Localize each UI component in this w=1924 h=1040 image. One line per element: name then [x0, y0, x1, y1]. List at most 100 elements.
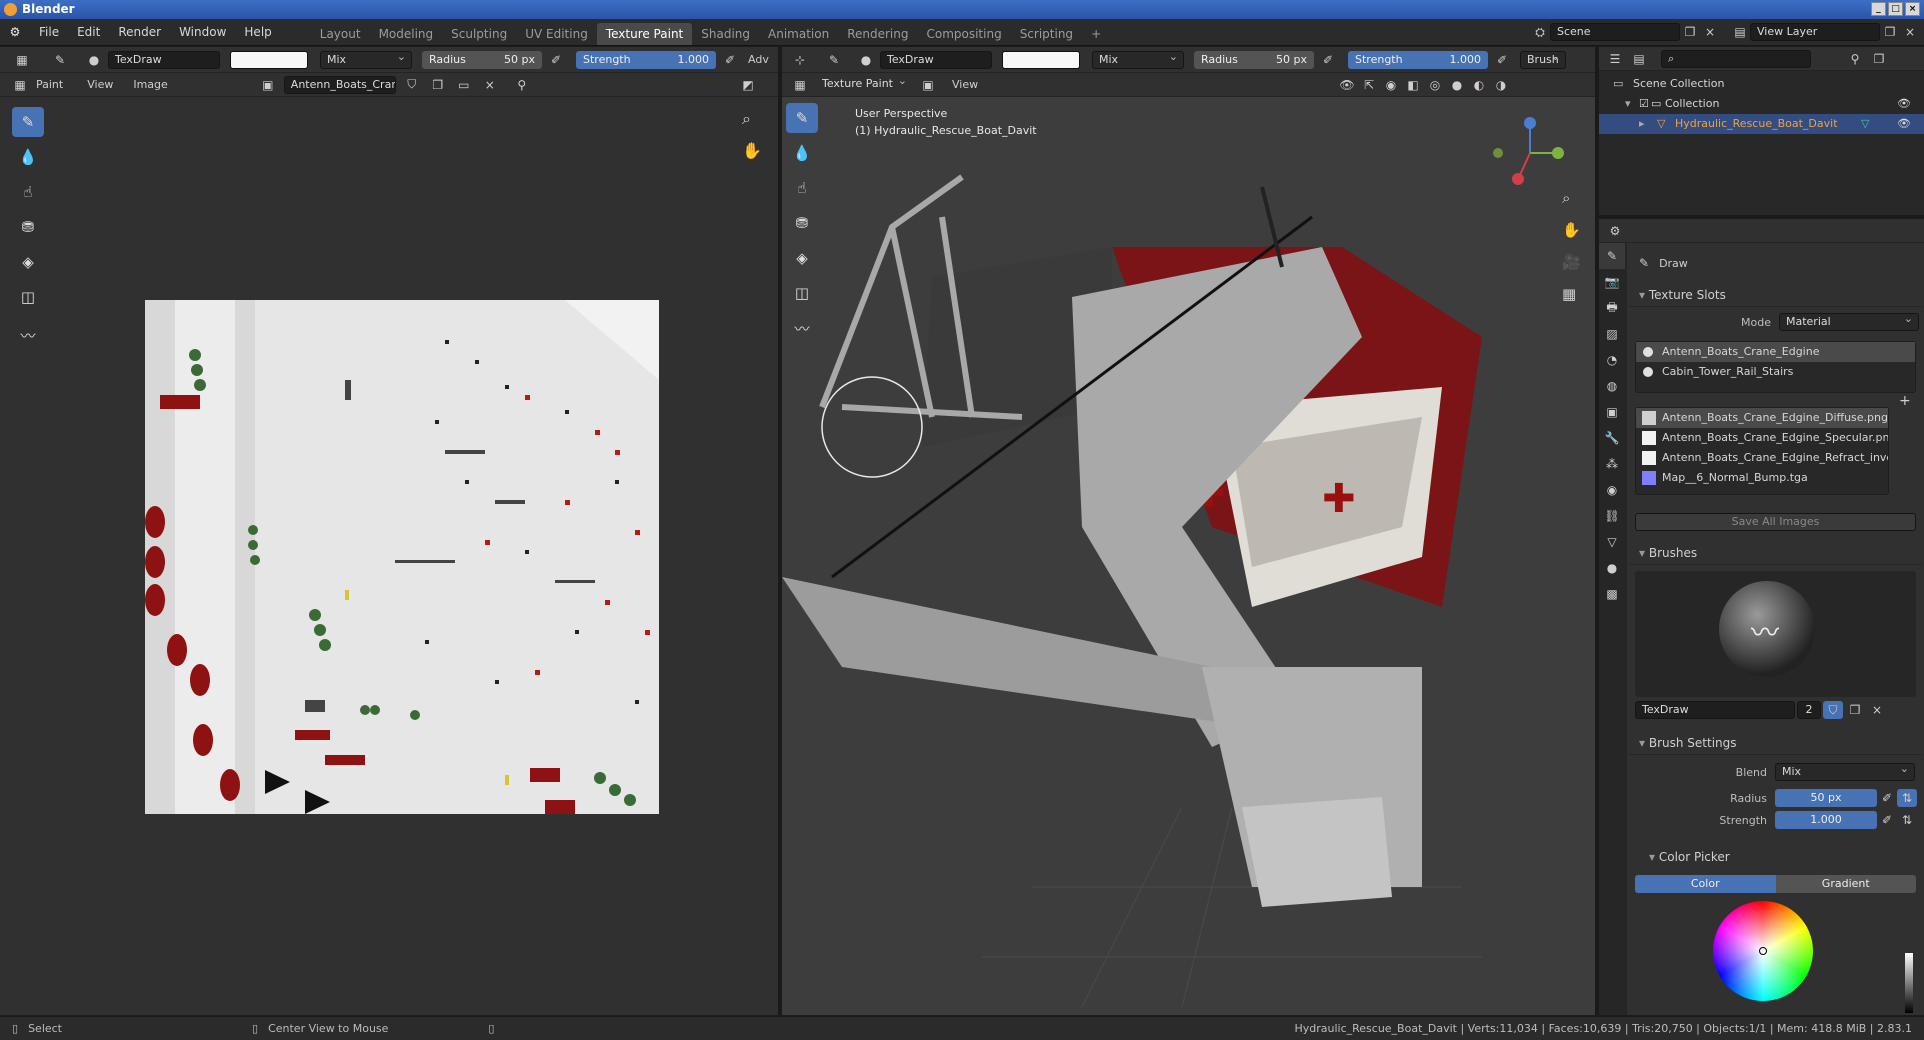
rendered-shading-icon[interactable]: ◑ — [1491, 76, 1511, 94]
texture-tab-icon[interactable]: ▩ — [1599, 581, 1625, 607]
viewport-blend-dropdown[interactable]: Mix — [1092, 49, 1184, 69]
tab-animation[interactable]: Animation — [759, 23, 838, 45]
material-tab-icon[interactable]: ● — [1599, 555, 1625, 581]
maximize-button[interactable]: □ — [1888, 2, 1903, 16]
wireframe-shading-icon[interactable]: ◎ — [1425, 76, 1445, 94]
viewport-strength-slider[interactable]: Strength 1.000 — [1348, 50, 1488, 69]
close-button[interactable]: × — [1905, 2, 1920, 16]
scene-selector[interactable]: Scene — [1550, 23, 1680, 41]
material-shading-icon[interactable]: ◐ — [1469, 76, 1489, 94]
brush-menu-dropdown[interactable]: Brush — [1520, 49, 1566, 69]
gizmo-toggle-icon[interactable]: ⇱ — [1359, 76, 1379, 94]
brush-color-swatch[interactable] — [230, 50, 308, 69]
filter-icon[interactable]: ⚲ — [1845, 50, 1865, 68]
draw-tool-icon[interactable]: ✎ — [12, 107, 44, 137]
view-layer-icon[interactable]: ▤ — [1730, 23, 1750, 41]
brush-name-input[interactable]: TexDraw — [1635, 701, 1795, 719]
settings-radius-slider[interactable]: 50 px — [1775, 789, 1877, 807]
viewport-view-menu[interactable]: View — [952, 78, 978, 91]
blender-menu-icon[interactable]: ⚙ — [0, 23, 30, 41]
tab-texture-paint[interactable]: Texture Paint — [596, 22, 693, 45]
brush-settings-panel[interactable]: Brush Settings — [1629, 731, 1922, 755]
view-layer-tab-icon[interactable]: ▨ — [1599, 321, 1625, 347]
view-layer-selector[interactable]: View Layer — [1750, 23, 1880, 41]
advanced-menu[interactable]: Adv — [748, 53, 769, 66]
paint-mode-menu[interactable]: Paint — [36, 78, 63, 91]
radius-unit-icon[interactable]: ⇅ — [1897, 789, 1917, 807]
image-slot-diffuse[interactable]: Antenn_Boats_Crane_Edgine_Diffuse.png — [1636, 408, 1888, 428]
image-slot-normal[interactable]: Map__6_Normal_Bump.tga — [1636, 468, 1888, 488]
settings-strength-slider[interactable]: 1.000 — [1775, 811, 1877, 829]
image-name-field[interactable]: Antenn_Boats_Cran... — [283, 75, 396, 94]
strength-pressure-icon[interactable]: ✐ — [720, 51, 740, 69]
tab-layout[interactable]: Layout — [311, 23, 370, 45]
view-menu[interactable]: View — [87, 78, 113, 91]
tab-modeling[interactable]: Modeling — [370, 23, 443, 45]
scene-icon[interactable]: ⛭ — [1530, 23, 1550, 41]
image-slot-specular[interactable]: Antenn_Boats_Crane_Edgine_Specular.png — [1636, 428, 1888, 448]
add-workspace-button[interactable]: + — [1082, 23, 1110, 45]
brushes-panel[interactable]: Brushes — [1629, 541, 1922, 565]
clone-tool-icon[interactable]: ⛃ — [12, 212, 44, 242]
outliner-scene-collection[interactable]: ▭ Scene Collection — [1599, 74, 1924, 94]
brush-preview-area[interactable]: 〰 — [1635, 571, 1916, 697]
collection-visibility-icon[interactable]: 👁 — [1897, 94, 1911, 114]
solid-shading-icon[interactable]: ● — [1447, 76, 1467, 94]
viewport-brush-color-swatch[interactable] — [1002, 50, 1080, 69]
tab-shading[interactable]: Shading — [692, 23, 759, 45]
camera-view-icon[interactable]: 🎥 — [1562, 253, 1581, 271]
overlay-toggle-icon[interactable]: ◉ — [1381, 76, 1401, 94]
fake-user-icon[interactable]: ⛉ — [402, 76, 422, 94]
blend-mode-dropdown[interactable]: Mix — [320, 49, 412, 69]
properties-editor-type-icon[interactable]: ⚙ — [1605, 222, 1625, 240]
delete-view-layer-icon[interactable]: × — [1900, 23, 1920, 41]
display-mode-icon[interactable]: ▤ — [1629, 50, 1649, 68]
menu-render[interactable]: Render — [109, 19, 170, 46]
render-tab-icon[interactable]: 📷 — [1599, 269, 1625, 295]
radius-pressure-icon[interactable]: ✐ — [546, 51, 566, 69]
texture-slots-panel[interactable]: Texture Slots — [1629, 283, 1922, 307]
material-slot-2[interactable]: Cabin_Tower_Rail_Stairs — [1636, 362, 1915, 382]
mode-dropdown[interactable]: Texture Paint — [816, 73, 912, 94]
pin-icon[interactable]: ⚲ — [512, 76, 532, 94]
soften-tool-icon[interactable]: 💧 — [12, 142, 44, 172]
strength-slider[interactable]: Strength 1.000 — [576, 50, 716, 69]
minimize-button[interactable]: _ — [1871, 2, 1886, 16]
viewport-radius-pressure-icon[interactable]: ✐ — [1318, 51, 1338, 69]
delete-scene-icon[interactable]: × — [1700, 23, 1720, 41]
constraints-tab-icon[interactable]: ⛓ — [1599, 503, 1625, 529]
new-collection-icon[interactable]: ❐ — [1869, 50, 1889, 68]
pan-hand-icon[interactable]: ✋ — [742, 141, 762, 160]
object-visibility-icon[interactable]: 👁 — [1897, 114, 1911, 134]
tab-scripting[interactable]: Scripting — [1011, 23, 1082, 45]
menu-help[interactable]: Help — [235, 19, 280, 46]
display-channels-icon[interactable]: ◩ — [738, 76, 758, 94]
visibility-icon[interactable]: 👁 — [1337, 76, 1357, 94]
texture-paint-mode-icon[interactable]: ▦ — [790, 76, 810, 94]
brush-fake-user-icon[interactable]: ⛉ — [1823, 701, 1843, 719]
color-tab[interactable]: Color — [1635, 875, 1776, 893]
paint-mode-icon[interactable]: ▦ — [10, 76, 30, 94]
value-slider[interactable] — [1905, 953, 1913, 1013]
world-tab-icon[interactable]: ◍ — [1599, 373, 1625, 399]
texture-mode-dropdown[interactable]: Material — [1779, 311, 1919, 331]
brush-preview-icon[interactable]: ● — [84, 51, 104, 69]
viewport-brush-name-field[interactable]: TexDraw — [880, 50, 992, 69]
zoom-icon[interactable]: ⌕ — [742, 109, 751, 129]
brush-tool-icon[interactable]: ✎ — [50, 51, 70, 69]
object-tab-icon[interactable]: ▣ — [1599, 399, 1625, 425]
viewport-radius-slider[interactable]: Radius 50 px — [1194, 50, 1314, 69]
tool-tab-icon[interactable]: ✎ — [1599, 243, 1625, 269]
image-slot-refract[interactable]: Antenn_Boats_Crane_Edgine_Refract_inver.… — [1636, 448, 1888, 468]
tab-sculpting[interactable]: Sculpting — [442, 23, 516, 45]
brush-duplicate-icon[interactable]: ❐ — [1845, 701, 1865, 719]
menu-window[interactable]: Window — [170, 19, 235, 46]
annotate-tool-icon[interactable]: 〰 — [12, 320, 44, 350]
unlink-image-icon[interactable]: × — [480, 76, 500, 94]
new-image-icon[interactable]: ❐ — [428, 76, 448, 94]
tab-compositing[interactable]: Compositing — [917, 23, 1010, 45]
ortho-toggle-icon[interactable]: ▦ — [1562, 285, 1576, 303]
color-wheel-cursor[interactable] — [1759, 947, 1767, 955]
output-tab-icon[interactable]: 🖶 — [1599, 295, 1625, 321]
outliner-collection[interactable]: ▾ ☑ ▭ Collection 👁 — [1599, 94, 1924, 114]
